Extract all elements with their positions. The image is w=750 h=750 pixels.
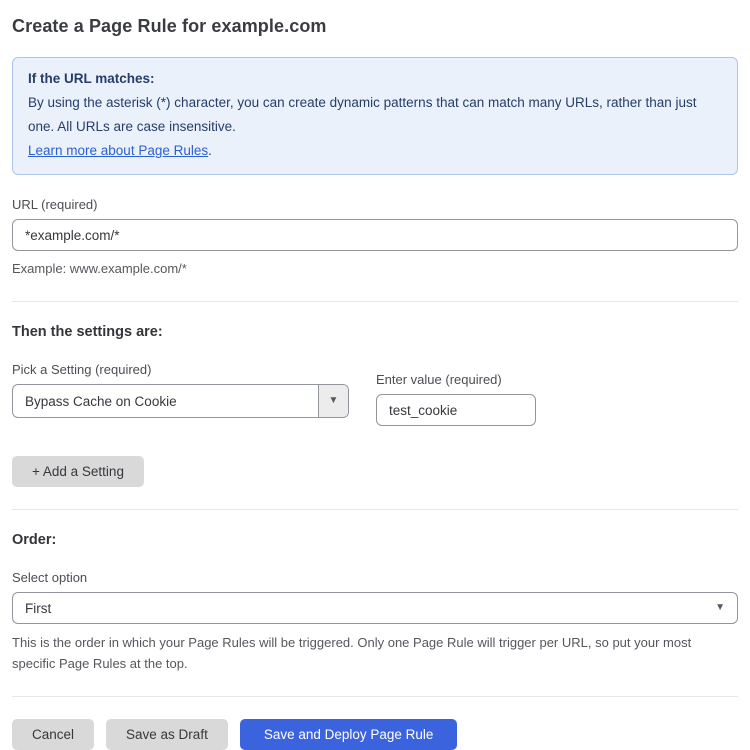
create-page-rule-form: Create a Page Rule for example.com If th… (0, 0, 750, 750)
info-box-link-line: Learn more about Page Rules. (28, 139, 722, 163)
url-section: URL (required) Example: www.example.com/… (12, 197, 738, 279)
setting-value-input[interactable] (376, 394, 536, 426)
order-select-label: Select option (12, 570, 88, 585)
info-box-heading: If the URL matches: (28, 71, 155, 86)
url-example-text: Example: www.example.com/* (12, 261, 187, 276)
order-heading: Order: (12, 532, 57, 548)
settings-row: Pick a Setting (required) Bypass Cache o… (12, 362, 738, 426)
enter-value-column: Enter value (required) (376, 372, 536, 426)
save-and-deploy-button[interactable]: Save and Deploy Page Rule (239, 719, 458, 750)
form-actions: Cancel Save as Draft Save and Deploy Pag… (12, 719, 738, 750)
url-input[interactable] (12, 219, 738, 251)
enter-value-label: Enter value (required) (376, 372, 502, 387)
pick-setting-label: Pick a Setting (required) (12, 362, 152, 377)
divider (12, 509, 738, 510)
order-select[interactable]: First ▼ (12, 592, 738, 624)
pick-setting-dropdown-button[interactable]: ▼ (318, 385, 348, 417)
pick-setting-selected-value: Bypass Cache on Cookie (25, 393, 177, 409)
cancel-button[interactable]: Cancel (12, 719, 95, 750)
learn-more-link[interactable]: Learn more about Page Rules (28, 143, 208, 158)
order-section: Order: Select option First ▼ This is the… (12, 532, 738, 674)
info-box-body: By using the asterisk (*) character, you… (28, 95, 697, 134)
pick-setting-column: Pick a Setting (required) Bypass Cache o… (12, 362, 349, 418)
settings-section: Then the settings are: Pick a Setting (r… (12, 324, 738, 487)
chevron-down-icon: ▼ (715, 602, 725, 613)
url-matches-info-box: If the URL matches: By using the asteris… (12, 57, 738, 175)
page-title: Create a Page Rule for example.com (12, 16, 327, 36)
settings-heading: Then the settings are: (12, 324, 163, 340)
divider (12, 696, 738, 697)
save-as-draft-button[interactable]: Save as Draft (106, 719, 228, 750)
order-selected-value: First (25, 600, 52, 616)
add-setting-button[interactable]: + Add a Setting (12, 456, 144, 487)
divider (12, 301, 738, 302)
pick-setting-select[interactable]: Bypass Cache on Cookie ▼ (12, 384, 349, 418)
link-suffix: . (208, 143, 212, 158)
chevron-down-icon: ▼ (328, 395, 339, 406)
order-help-text: This is the order in which your Page Rul… (12, 635, 692, 671)
url-label: URL (required) (12, 197, 98, 212)
